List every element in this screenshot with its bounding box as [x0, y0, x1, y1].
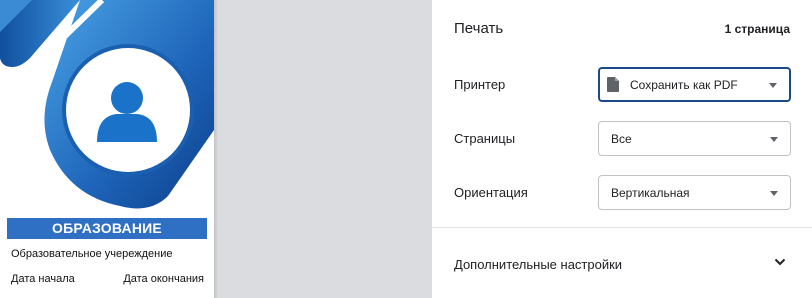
institution-label: Образовательное учереждение: [11, 248, 173, 260]
person-icon: [97, 82, 157, 142]
orientation-select[interactable]: Вертикальная: [598, 175, 791, 210]
page-count: 1 страница: [724, 22, 790, 36]
dropdown-arrow-icon: [769, 82, 777, 88]
divider: [432, 227, 812, 228]
pdf-file-icon: [607, 77, 619, 92]
printer-select[interactable]: Сохранить как PDF: [598, 67, 791, 102]
print-preview-area: ОБРАЗОВАНИЕ Образовательное учереждение …: [0, 0, 432, 298]
print-title: Печать: [454, 20, 504, 37]
end-date-label: Дата окончания: [123, 273, 204, 285]
printer-label: Принтер: [454, 77, 506, 92]
page-shadow: [214, 0, 218, 298]
start-date-label: Дата начала: [11, 273, 75, 285]
print-settings-panel: Печать 1 страница Принтер Сохранить как …: [432, 0, 812, 298]
preview-page: ОБРАЗОВАНИЕ Образовательное учереждение …: [0, 0, 214, 298]
orientation-select-value: Вертикальная: [611, 185, 690, 200]
date-row: Дата начала Дата окончания: [11, 273, 204, 285]
pages-select[interactable]: Все: [598, 121, 791, 156]
dropdown-arrow-icon: [770, 190, 778, 196]
chevron-down-icon[interactable]: [774, 258, 786, 266]
pages-select-value: Все: [611, 131, 632, 146]
education-section-title: ОБРАЗОВАНИЕ: [7, 218, 207, 239]
printer-select-value: Сохранить как PDF: [630, 77, 738, 92]
more-settings-toggle[interactable]: Дополнительные настройки: [454, 257, 622, 272]
orientation-label: Ориентация: [454, 185, 528, 200]
pages-label: Страницы: [454, 131, 516, 146]
dropdown-arrow-icon: [770, 136, 778, 142]
